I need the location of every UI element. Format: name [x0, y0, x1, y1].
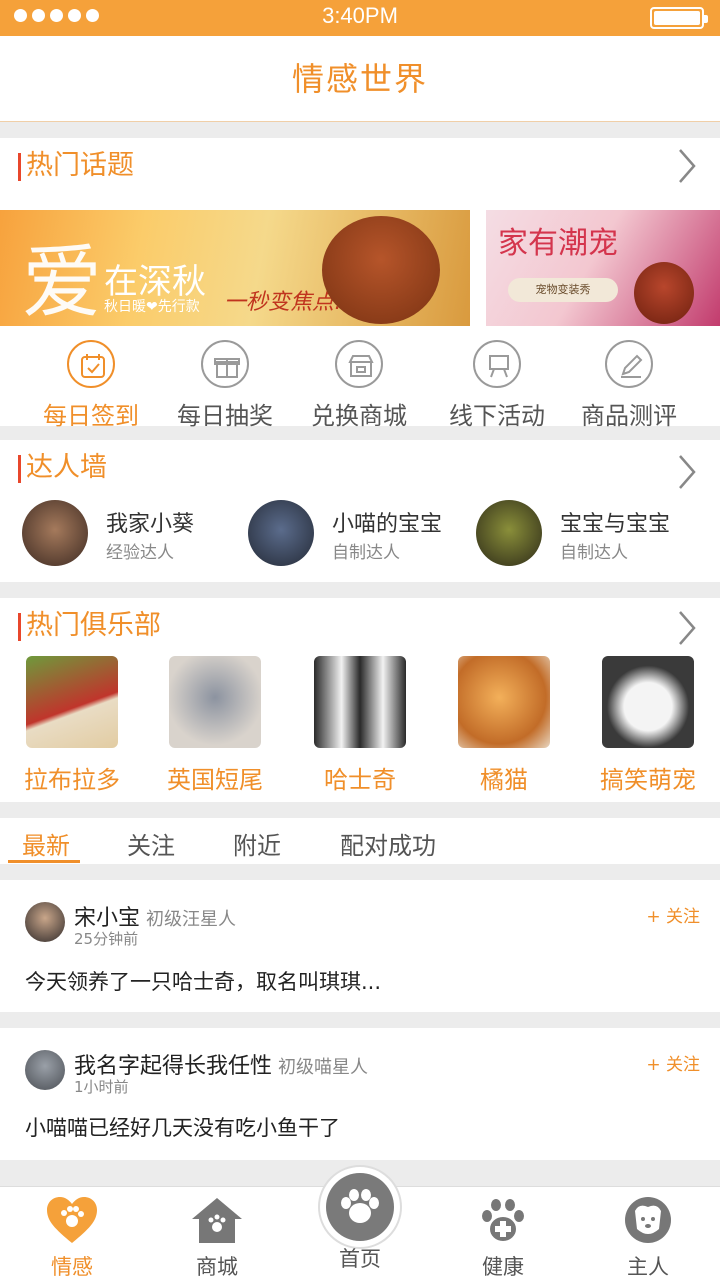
- status-time: 3:40PM: [322, 3, 398, 28]
- store-icon: [348, 355, 374, 377]
- page-title: 情感世界: [291, 60, 428, 98]
- club-label: 拉布拉多: [24, 766, 120, 794]
- avatar: [22, 500, 88, 566]
- club-item[interactable]: 拉布拉多: [12, 656, 132, 795]
- club-image: [602, 656, 694, 748]
- quick-actions: 每日签到 每日抽奖 兑换商城 线下活动 商品测评: [0, 340, 720, 440]
- follow-button[interactable]: + 关注: [646, 1050, 700, 1075]
- chevron-right-icon[interactable]: [676, 608, 698, 648]
- expert-tag: 自制达人: [332, 543, 400, 563]
- hot-topics-title: 热门话题: [18, 138, 134, 194]
- house-icon: [192, 1198, 242, 1243]
- clubs-section: 热门俱乐部 拉布拉多 英国短尾 哈士奇 橘猫 搞笑萌宠: [0, 598, 720, 802]
- tabbar-label: 主人: [627, 1255, 669, 1279]
- avatar: [248, 500, 314, 566]
- paw-plus-icon: [482, 1199, 524, 1241]
- experts-title: 达人墙: [18, 440, 107, 496]
- quick-action-label: 线下活动: [449, 402, 545, 430]
- quick-action-lottery[interactable]: 每日抽奖: [160, 340, 290, 431]
- club-item[interactable]: 搞笑萌宠: [588, 656, 708, 795]
- tabbar-label: 情感: [51, 1255, 93, 1279]
- tab-following[interactable]: 关注: [127, 826, 175, 861]
- status-bar: 3:40PM: [0, 0, 720, 36]
- club-image: [314, 656, 406, 748]
- quick-action-label: 每日签到: [43, 402, 139, 430]
- bottom-tab-bar: 情感 商城 首页 健康 主人: [0, 1165, 720, 1280]
- post-author-level: 初级喵星人: [278, 1057, 369, 1078]
- expert-tag: 自制达人: [560, 543, 628, 563]
- post-body: 今天领养了一只哈士奇，取名叫琪琪...: [25, 970, 382, 994]
- heart-paw-icon: [47, 1197, 97, 1243]
- tabbar-item-owner[interactable]: 主人: [588, 1195, 708, 1280]
- puppy-image: [634, 262, 694, 324]
- tabbar-item-home[interactable]: 首页: [300, 1231, 420, 1273]
- poodle-image: [322, 216, 440, 324]
- easel-icon: [489, 355, 509, 378]
- clubs-title: 热门俱乐部: [18, 598, 161, 654]
- experts-section: 达人墙 我家小葵 经验达人 小喵的宝宝 自制达人 宝宝与宝宝 自制达人: [0, 440, 720, 582]
- avatar: [25, 902, 65, 942]
- tabbar-label: 商城: [196, 1255, 238, 1279]
- app-header: 情感世界: [0, 36, 720, 122]
- banner2-title: 家有潮宠: [498, 226, 618, 261]
- quick-action-store[interactable]: 兑换商城: [294, 340, 424, 431]
- banner-big-char: 爱: [22, 236, 102, 326]
- tab-latest[interactable]: 最新: [22, 826, 70, 861]
- club-label: 橘猫: [480, 766, 528, 794]
- tabbar-item-emotion[interactable]: 情感: [12, 1195, 132, 1280]
- gift-icon: [214, 358, 240, 378]
- expert-name: 我家小葵: [106, 512, 195, 537]
- post-time: 1小时前: [74, 1078, 129, 1096]
- chevron-right-icon[interactable]: [676, 146, 698, 186]
- expert-name: 宝宝与宝宝: [560, 512, 671, 537]
- club-item[interactable]: 英国短尾: [155, 656, 275, 795]
- tabbar-item-health[interactable]: 健康: [443, 1195, 563, 1280]
- banner-autumn[interactable]: 爱 在深秋 秋日暖❤先行款 一秒变焦点!: [0, 210, 470, 326]
- dog-face-icon: [625, 1197, 671, 1243]
- feed-post[interactable]: 宋小宝 初级汪星人 25分钟前 + 关注 今天领养了一只哈士奇，取名叫琪琪...: [0, 880, 720, 1012]
- post-author-level: 初级汪星人: [146, 909, 237, 930]
- club-image: [458, 656, 550, 748]
- tabbar-label: 首页: [339, 1247, 381, 1271]
- feed-tabs: 最新 关注 附近 配对成功: [0, 818, 720, 864]
- feed-post[interactable]: 我名字起得长我任性 初级喵星人 1小时前 + 关注 小喵喵已经好几天没有吃小鱼干了: [0, 1028, 720, 1160]
- post-time: 25分钟前: [74, 930, 139, 948]
- active-tab-indicator: [8, 860, 80, 863]
- pencil-icon: [621, 354, 643, 378]
- club-label: 哈士奇: [324, 766, 396, 794]
- banner-pets[interactable]: 家有潮宠 宠物变装秀: [486, 210, 720, 326]
- quick-action-label: 每日抽奖: [177, 402, 273, 430]
- battery-icon: [650, 7, 708, 29]
- post-body: 小喵喵已经好几天没有吃小鱼干了: [25, 1116, 340, 1140]
- quick-action-label: 兑换商城: [311, 402, 407, 430]
- hot-topics-section: 热门话题 爱 在深秋 秋日暖❤先行款 一秒变焦点! 家有潮宠 宠物变装秀 每日签…: [0, 138, 720, 430]
- club-label: 英国短尾: [167, 766, 263, 794]
- chevron-right-icon[interactable]: [676, 452, 698, 492]
- tabbar-label: 健康: [482, 1255, 524, 1279]
- follow-button[interactable]: + 关注: [646, 902, 700, 927]
- quick-action-checkin[interactable]: 每日签到: [26, 340, 156, 431]
- quick-action-review[interactable]: 商品测评: [564, 340, 694, 431]
- club-item[interactable]: 哈士奇: [300, 656, 420, 795]
- club-label: 搞笑萌宠: [600, 766, 696, 794]
- expert-tag: 经验达人: [106, 543, 174, 563]
- club-image: [26, 656, 118, 748]
- tab-matched[interactable]: 配对成功: [340, 826, 436, 861]
- avatar: [476, 500, 542, 566]
- expert-name: 小喵的宝宝: [332, 512, 443, 537]
- tab-nearby[interactable]: 附近: [233, 826, 281, 861]
- banner-small-text: 秋日暖❤先行款: [104, 299, 200, 315]
- quick-action-label: 商品测评: [581, 402, 677, 430]
- club-image: [169, 656, 261, 748]
- bone-sign: 宠物变装秀: [508, 278, 618, 302]
- calendar-check-icon: [81, 354, 105, 378]
- tabbar-item-store[interactable]: 商城: [157, 1195, 277, 1280]
- avatar: [25, 1050, 65, 1090]
- quick-action-offline[interactable]: 线下活动: [432, 340, 562, 431]
- club-item[interactable]: 橘猫: [444, 656, 564, 795]
